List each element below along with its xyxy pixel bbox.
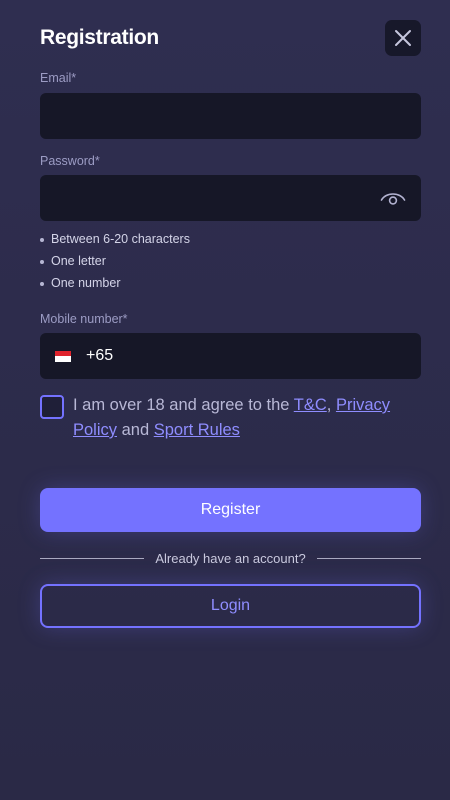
mobile-number-label: Mobile number*	[40, 312, 128, 326]
mobile-number-field[interactable]: +65	[40, 333, 421, 379]
already-have-account-text: Already have an account?	[155, 550, 306, 566]
eye-icon	[380, 193, 406, 205]
bullet-icon	[40, 259, 44, 264]
password-rule-text: One letter	[51, 254, 106, 268]
register-button[interactable]: Register	[40, 488, 421, 532]
sport-rules-link[interactable]: Sport Rules	[154, 421, 240, 439]
consent-and: and	[117, 421, 154, 439]
consent-text: I am over 18 and agree to the T&C, Priva…	[73, 393, 423, 443]
password-rule-text: One number	[51, 276, 121, 290]
divider-line-left	[40, 557, 145, 559]
password-field[interactable]	[40, 175, 421, 221]
password-rule: Between 6-20 characters	[40, 228, 190, 250]
singapore-flag-icon[interactable]	[55, 350, 71, 362]
close-icon	[395, 30, 411, 46]
email-label: Email*	[40, 71, 77, 85]
divider-line-right	[316, 557, 422, 559]
terms-link[interactable]: T&C	[294, 396, 327, 414]
consent-separator: ,	[326, 396, 336, 414]
bullet-icon	[40, 237, 44, 242]
age-terms-checkbox[interactable]	[40, 395, 64, 419]
password-rules: Between 6-20 characters One letter One n…	[40, 228, 190, 294]
password-rule: One letter	[40, 250, 190, 272]
consent-text-start: I am over 18 and agree to the	[73, 396, 294, 414]
account-divider: Already have an account?	[40, 548, 422, 568]
email-field[interactable]	[40, 93, 421, 139]
password-rule-text: Between 6-20 characters	[51, 232, 190, 246]
bullet-icon	[40, 281, 44, 286]
registration-panel: Registration Email* Password* Between 6-…	[0, 0, 450, 800]
dial-code: +65	[86, 347, 114, 364]
page-title: Registration	[40, 26, 159, 49]
login-button[interactable]: Login	[40, 584, 421, 628]
show-password-button[interactable]	[378, 187, 408, 209]
close-button[interactable]	[385, 20, 421, 56]
password-label: Password*	[40, 154, 100, 168]
password-rule: One number	[40, 272, 190, 294]
